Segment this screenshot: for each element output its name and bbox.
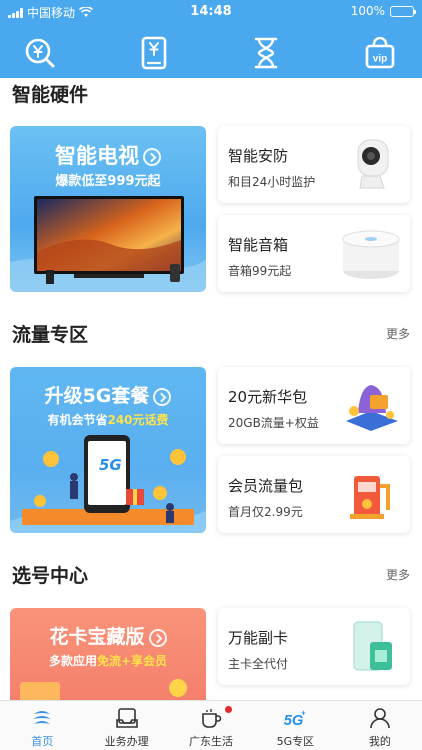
card-smart-security[interactable]: 智能安防 和目24小时监护 xyxy=(218,126,410,203)
quick-toolbar: vip xyxy=(0,33,422,73)
card-subtitle: 首月仅2.99元 xyxy=(228,505,303,519)
vip-bag-icon[interactable]: vip xyxy=(360,33,400,73)
banner-flower-card[interactable]: 花卡宝藏版 多款应用免流+享会员 xyxy=(10,608,206,700)
section-title-traffic: 流量专区 xyxy=(12,324,89,346)
card-subtitle: 和目24小时监护 xyxy=(228,175,316,189)
number-more-link[interactable]: 更多 xyxy=(386,566,410,583)
top-header: 中国移动 14:48 100% vip xyxy=(0,0,422,78)
data-gift-bag-icon xyxy=(346,385,398,431)
tab-5g-zone[interactable]: 5G + 5G专区 xyxy=(253,701,337,750)
yuan-phone-icon[interactable] xyxy=(134,33,174,73)
banner-5g-subtitle: 有机会节省240元话费 xyxy=(47,413,169,427)
tab-mine[interactable]: 我的 xyxy=(338,701,422,750)
section-title-number: 选号中心 xyxy=(12,565,89,587)
card-smart-speaker[interactable]: 智能音箱 音箱99元起 xyxy=(218,215,410,292)
tab-label: 我的 xyxy=(368,735,391,748)
battery-percent: 100% xyxy=(350,4,385,18)
card-subtitle: 音箱99元起 xyxy=(228,264,292,278)
card-subtitle: 20GB流量+权益 xyxy=(228,416,319,430)
banner-5g-upgrade[interactable]: 升级5G套餐 有机会节省240元话费 5G xyxy=(10,367,206,533)
card-universal-sub-card[interactable]: 万能副卡 主卡全代付 xyxy=(218,608,410,685)
hourglass-icon[interactable] xyxy=(246,33,286,73)
banner-flower-subtitle: 多款应用免流+享会员 xyxy=(48,654,168,668)
card-title: 20元新华包 xyxy=(228,388,308,406)
banner-flower-title: 花卡宝藏版 xyxy=(10,622,206,649)
battery-icon xyxy=(390,5,416,17)
banner-smart-tv[interactable]: 智能电视 爆款低至999元起 xyxy=(10,126,206,292)
notification-dot xyxy=(224,706,232,713)
svg-text:+: + xyxy=(301,708,306,717)
user-icon xyxy=(367,705,393,731)
tab-business[interactable]: 业务办理 xyxy=(84,701,168,750)
5g-icon: 5G + xyxy=(282,705,308,731)
section-title-hardware: 智能硬件 xyxy=(12,84,89,106)
svg-text:vip: vip xyxy=(373,54,387,65)
5g-badge: 5G xyxy=(99,456,122,474)
card-title: 智能安防 xyxy=(228,147,289,165)
status-right: 100% xyxy=(350,4,416,18)
traffic-more-link[interactable]: 更多 xyxy=(386,325,410,342)
banner-smart-tv-title: 智能电视 xyxy=(10,140,206,170)
sim-card-icon xyxy=(353,621,392,671)
search-coin-icon[interactable] xyxy=(20,33,60,73)
tab-label: 业务办理 xyxy=(104,735,149,748)
banner-smart-tv-subtitle: 爆款低至999元起 xyxy=(55,174,161,189)
card-title: 万能副卡 xyxy=(228,629,289,647)
tab-label: 首页 xyxy=(31,735,54,748)
china-mobile-logo-icon xyxy=(29,705,55,731)
tab-guangdong-life[interactable]: 广东生活 xyxy=(169,701,253,750)
security-camera-icon xyxy=(357,139,389,189)
card-title: 会员流量包 xyxy=(228,477,304,495)
card-title: 智能音箱 xyxy=(228,236,289,254)
banner-5g-title: 升级5G套餐 xyxy=(10,381,206,408)
main-content: 智能硬件 智能电视 爆款低至999元起 智能安防 和目24小时监护 智能音箱 音… xyxy=(0,78,422,700)
coffee-cup-icon xyxy=(198,705,224,731)
fuel-pump-icon xyxy=(350,476,390,519)
treasure-illustration xyxy=(20,679,187,700)
smart-speaker-icon xyxy=(342,230,400,279)
business-tray-icon xyxy=(114,705,140,731)
card-member-package[interactable]: 会员流量包 首月仅2.99元 xyxy=(218,456,410,533)
card-subtitle: 主卡全代付 xyxy=(228,657,289,671)
5g-phone-illustration xyxy=(10,435,206,533)
bottom-tab-bar: 首页 业务办理 广东生活 5G + 5G专区 我的 xyxy=(0,700,422,750)
tab-home[interactable]: 首页 xyxy=(0,701,84,750)
tv-illustration xyxy=(10,196,206,292)
tab-label: 5G专区 xyxy=(276,735,315,748)
status-bar: 中国移动 14:48 100% xyxy=(0,0,422,22)
tab-label: 广东生活 xyxy=(189,735,234,748)
card-20-yuan-package[interactable]: 20元新华包 20GB流量+权益 xyxy=(218,367,410,444)
